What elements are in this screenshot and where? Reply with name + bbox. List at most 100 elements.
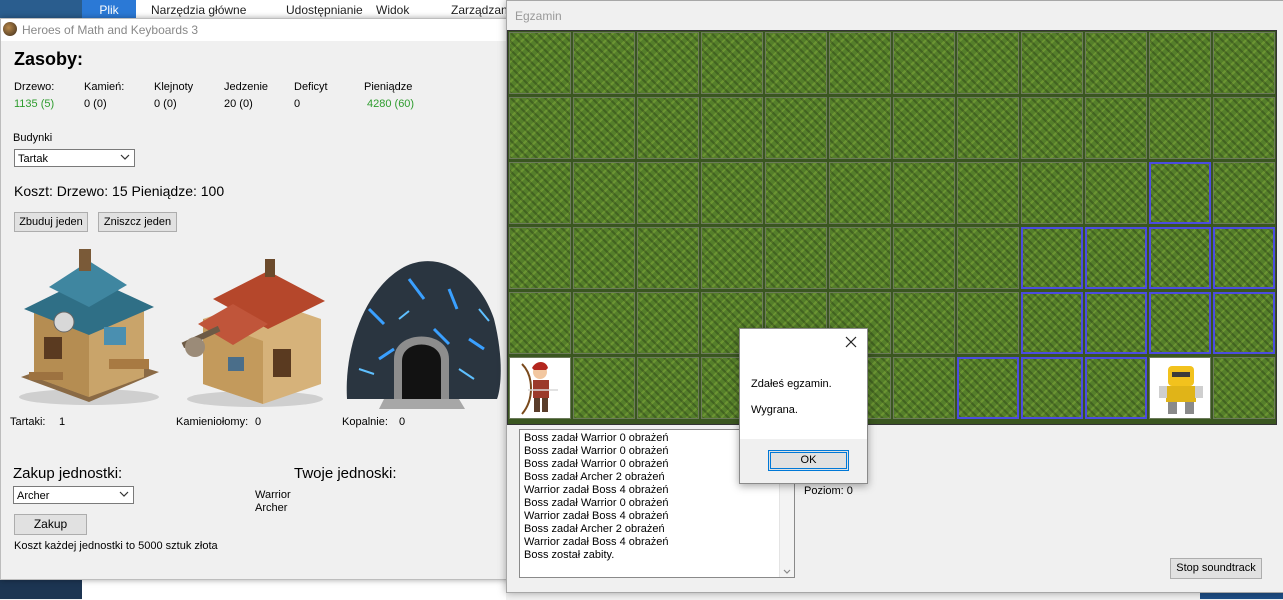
board-cell[interactable] (1021, 227, 1083, 289)
board-cell[interactable] (1149, 162, 1211, 224)
board-cell[interactable] (829, 97, 891, 159)
board-cell[interactable] (1085, 227, 1147, 289)
board-cell[interactable] (573, 357, 635, 419)
close-icon[interactable] (844, 335, 858, 349)
board-cell[interactable] (765, 227, 827, 289)
board-cell[interactable] (765, 162, 827, 224)
level-label: Poziom: 0 (804, 485, 853, 497)
board-cell[interactable] (1149, 357, 1211, 419)
board-cell[interactable] (701, 162, 763, 224)
board-cell[interactable] (637, 162, 699, 224)
board-cell[interactable] (1213, 162, 1275, 224)
ribbon-tab-view[interactable]: Widok (376, 0, 409, 18)
board-cell[interactable] (1021, 162, 1083, 224)
sawmill-count-label: Tartaki: (10, 416, 46, 428)
board-cell[interactable] (765, 97, 827, 159)
unit-cost-note: Koszt każdej jednostki to 5000 sztuk zło… (14, 540, 218, 552)
building-select-value: Tartak (18, 153, 48, 165)
board-cell[interactable] (1021, 32, 1083, 94)
ribbon-tab-share[interactable]: Udostępnianie (286, 0, 363, 18)
window-title: Egzamin (515, 9, 562, 23)
board-cell[interactable] (957, 97, 1019, 159)
board-cell[interactable] (573, 292, 635, 354)
build-button[interactable]: Zbuduj jeden (14, 212, 88, 232)
board-cell[interactable] (509, 357, 571, 419)
board-cell[interactable] (573, 227, 635, 289)
window-title: Heroes of Math and Keyboards 3 (22, 23, 199, 37)
board-cell[interactable] (1149, 97, 1211, 159)
board-cell[interactable] (701, 227, 763, 289)
board-cell[interactable] (893, 357, 955, 419)
building-cost: Koszt: Drzewo: 15 Pieniądze: 100 (14, 183, 225, 199)
board-cell[interactable] (701, 32, 763, 94)
chevron-down-icon[interactable] (783, 569, 791, 575)
ribbon-tab-plik[interactable]: Plik (82, 0, 136, 18)
main-game-window: Heroes of Math and Keyboards 3 Zasoby: D… (0, 18, 512, 580)
board-cell[interactable] (573, 32, 635, 94)
board-cell[interactable] (637, 32, 699, 94)
unit-purchase-title: Zakup jednostki: (13, 465, 123, 482)
board-cell[interactable] (637, 357, 699, 419)
ok-button[interactable]: OK (768, 450, 849, 471)
board-cell[interactable] (637, 227, 699, 289)
board-cell[interactable] (1149, 32, 1211, 94)
board-cell[interactable] (957, 32, 1019, 94)
board-cell[interactable] (637, 292, 699, 354)
board-cell[interactable] (1021, 97, 1083, 159)
ribbon-tab-manage[interactable]: Zarządzani (451, 0, 510, 18)
board-cell[interactable] (573, 97, 635, 159)
title-bar[interactable]: Heroes of Math and Keyboards 3 (1, 19, 511, 41)
board-cell[interactable] (509, 292, 571, 354)
board-cell[interactable] (957, 227, 1019, 289)
stop-soundtrack-button[interactable]: Stop soundtrack (1170, 558, 1262, 579)
board-cell[interactable] (509, 162, 571, 224)
unit-select[interactable]: Archer (13, 486, 134, 504)
ribbon-thumbnail (0, 0, 82, 18)
board-cell[interactable] (509, 97, 571, 159)
your-units-list: Warrior Archer (255, 489, 291, 515)
board-cell[interactable] (573, 162, 635, 224)
board-cell[interactable] (1149, 227, 1211, 289)
board-cell[interactable] (957, 357, 1019, 419)
chevron-down-icon (119, 491, 129, 497)
board-cell[interactable] (1213, 292, 1275, 354)
board-cell[interactable] (1021, 357, 1083, 419)
board-cell[interactable] (765, 32, 827, 94)
board-cell[interactable] (1213, 227, 1275, 289)
board-cell[interactable] (1213, 97, 1275, 159)
board-cell[interactable] (893, 32, 955, 94)
board-cell[interactable] (957, 162, 1019, 224)
board-cell[interactable] (509, 32, 571, 94)
list-item: Archer (255, 502, 288, 514)
sawmill-count: 1 (59, 416, 66, 428)
buy-unit-button[interactable]: Zakup (14, 514, 87, 535)
message-box: Zdałeś egzamin. Wygrana. OK (739, 328, 868, 484)
destroy-button[interactable]: Zniszcz jeden (98, 212, 177, 232)
message-text: Zdałeś egzamin. (751, 378, 832, 390)
board-cell[interactable] (1085, 292, 1147, 354)
board-cell[interactable] (893, 97, 955, 159)
sawmill-image (19, 249, 159, 405)
board-cell[interactable] (893, 227, 955, 289)
ribbon-tab-home[interactable]: Narzędzia główne (151, 0, 246, 18)
board-cell[interactable] (1021, 292, 1083, 354)
board-cell[interactable] (1213, 357, 1275, 419)
board-cell[interactable] (1085, 97, 1147, 159)
board-cell[interactable] (1149, 292, 1211, 354)
board-cell[interactable] (509, 227, 571, 289)
board-cell[interactable] (893, 292, 955, 354)
board-cell[interactable] (1085, 357, 1147, 419)
board-cell[interactable] (701, 97, 763, 159)
board-cell[interactable] (829, 32, 891, 94)
board-cell[interactable] (957, 292, 1019, 354)
board-cell[interactable] (637, 97, 699, 159)
board-cell[interactable] (829, 162, 891, 224)
board-cell[interactable] (1085, 162, 1147, 224)
board-cell[interactable] (829, 227, 891, 289)
building-select[interactable]: Tartak (14, 149, 135, 167)
your-units-title: Twoje jednoski: (294, 465, 397, 482)
board-cell[interactable] (893, 162, 955, 224)
mine-image (346, 261, 501, 409)
board-cell[interactable] (1085, 32, 1147, 94)
board-cell[interactable] (1213, 32, 1275, 94)
